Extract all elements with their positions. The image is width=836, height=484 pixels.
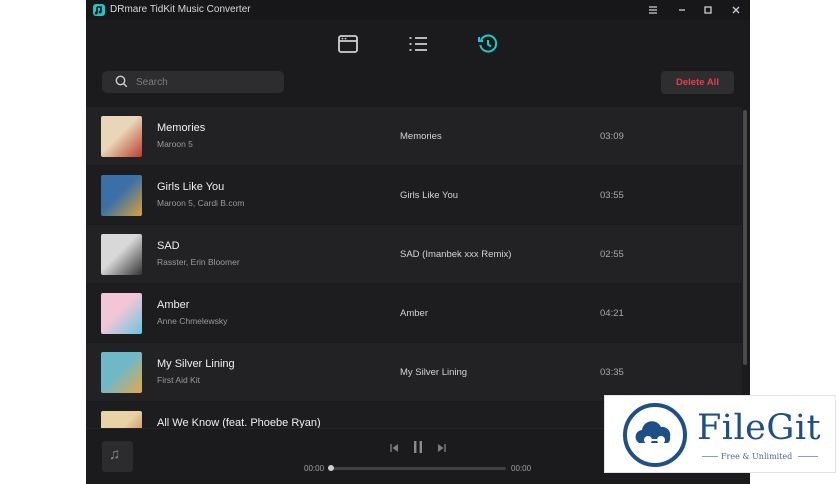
track-row[interactable]: Memories Maroon 5 Memories 03:09 (86, 107, 742, 165)
close-icon (732, 6, 740, 14)
history-icon (478, 34, 498, 53)
track-album: My Silver Lining (400, 367, 468, 378)
window-title: DRmare TidKit Music Converter (110, 4, 251, 15)
track-title: Amber (157, 299, 190, 311)
music-note-icon: ♫ (109, 446, 121, 463)
track-title: SAD (157, 240, 180, 252)
search-icon (115, 75, 128, 88)
search-box (102, 71, 284, 93)
total-time: 00:00 (511, 464, 532, 473)
track-album: Memories (400, 131, 442, 142)
album-cover (101, 175, 142, 216)
tab-history[interactable] (476, 32, 500, 56)
album-cover (101, 116, 142, 157)
track-album: Amber (400, 308, 428, 319)
title-bar: DRmare TidKit Music Converter (86, 0, 750, 20)
filegit-logo-icon (623, 403, 687, 467)
now-playing-thumbnail: ♫ (102, 441, 133, 472)
list-scrollbar[interactable] (743, 110, 747, 365)
track-artist: First Aid Kit (157, 375, 200, 385)
tab-browser[interactable] (336, 32, 360, 56)
maximize-button[interactable] (699, 2, 717, 18)
menu-icon (649, 6, 657, 14)
track-duration: 04:21 (600, 308, 624, 319)
track-duration: 03:09 (600, 131, 624, 142)
track-row[interactable]: Amber Anne Chmelewsky Amber 04:21 (86, 284, 742, 342)
search-input[interactable] (136, 73, 276, 91)
pause-button[interactable] (412, 440, 424, 454)
track-title: All We Know (feat. Phoebe Ryan) (157, 417, 321, 428)
track-artist: Anne Chmelewsky (157, 316, 228, 326)
close-button[interactable] (727, 2, 745, 18)
album-cover (101, 411, 142, 428)
track-row[interactable]: My Silver Lining First Aid Kit My Silver L… (86, 343, 742, 401)
browser-window-icon (338, 35, 358, 53)
minimize-icon (679, 9, 685, 11)
app-logo-icon (93, 4, 105, 16)
delete-all-button[interactable]: Delete All (661, 71, 734, 94)
album-cover (101, 352, 142, 393)
list-icon (409, 37, 427, 51)
track-album: Girls Like You (400, 190, 459, 201)
tagline-rule-right (798, 456, 818, 457)
watermark-tagline: Free & Unlimited (721, 452, 793, 461)
track-duration: 02:55 (600, 249, 624, 260)
elapsed-time: 00:00 (304, 464, 325, 473)
minimize-button[interactable] (673, 2, 691, 18)
track-title: My Silver Lining (157, 358, 235, 370)
track-row[interactable]: SAD Rasster, Erin Bloomer SAD (Imanbek xxx… (86, 225, 742, 283)
tagline-rule-left (702, 456, 718, 457)
album-cover (101, 293, 142, 334)
watermark-brand: FileGit (697, 408, 822, 448)
history-list: Memories Maroon 5 Memories 03:09 Girls Like … (86, 107, 742, 428)
track-album: SAD (Imanbek xxx Remix) (400, 249, 512, 260)
progress-bar[interactable] (328, 465, 506, 471)
track-title: Memories (157, 122, 206, 134)
track-duration: 03:55 (600, 190, 624, 201)
album-cover (101, 234, 142, 275)
track-artist: Rasster, Erin Bloomer (157, 257, 240, 267)
menu-button[interactable] (644, 2, 662, 18)
track-artist: Maroon 5 (157, 139, 193, 149)
track-title: Girls Like You (157, 181, 225, 193)
previous-button[interactable] (389, 443, 399, 453)
filegit-watermark: FileGit Free & Unlimited (604, 395, 836, 473)
progress-handle[interactable] (328, 465, 334, 471)
track-duration: 03:35 (600, 367, 624, 378)
track-artist: Maroon 5, Cardi B.com (157, 198, 245, 208)
next-button[interactable] (437, 443, 447, 453)
tab-converting-list[interactable] (406, 32, 430, 56)
track-row[interactable]: Girls Like You Maroon 5, Cardi B.com Girls… (86, 166, 742, 224)
maximize-icon (704, 6, 712, 14)
